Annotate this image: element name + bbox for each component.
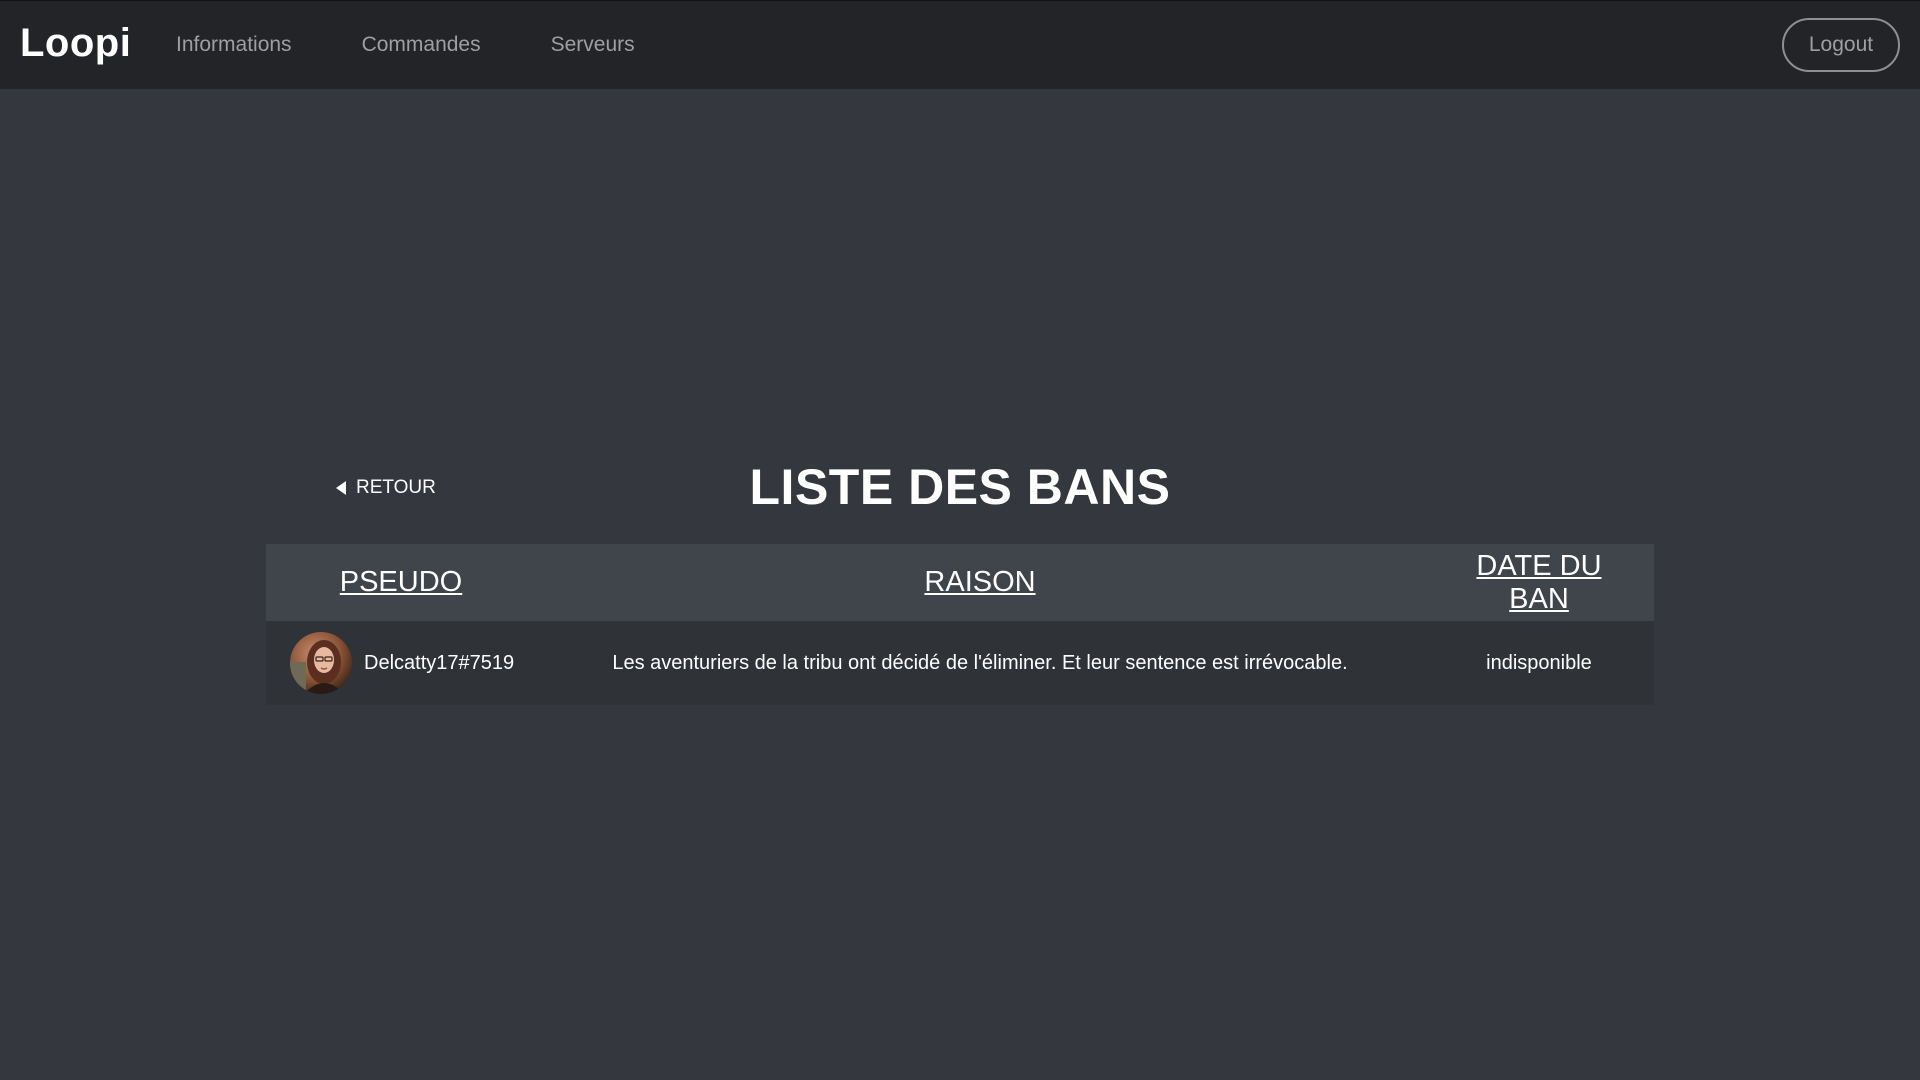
table-header-row: PSEUDO RAISON DATE DU BAN (266, 544, 1654, 621)
page-title: LISTE DES BANS (749, 459, 1171, 515)
brand-logo[interactable]: Loopi (20, 21, 131, 66)
cell-date: indisponible (1486, 651, 1592, 674)
avatar (290, 632, 352, 694)
cell-pseudo: Delcatty17#7519 (266, 621, 536, 705)
top-navbar: Loopi Informations Commandes Serveurs Lo… (0, 0, 1920, 89)
nav-link-commandes[interactable]: Commandes (362, 33, 481, 57)
user-cell: Delcatty17#7519 (276, 632, 526, 694)
column-header-date[interactable]: DATE DU BAN (1424, 544, 1654, 621)
avatar-image (290, 632, 352, 694)
bans-table: PSEUDO RAISON DATE DU BAN Delcatty17#751… (266, 544, 1654, 705)
nav-links: Informations Commandes Serveurs (176, 33, 705, 57)
nav-link-serveurs[interactable]: Serveurs (551, 33, 635, 57)
table-row: Delcatty17#7519 Les aventuriers de la tr… (266, 621, 1654, 705)
column-header-pseudo[interactable]: PSEUDO (266, 544, 536, 621)
logout-button[interactable]: Logout (1782, 18, 1900, 72)
cell-raison: Les aventuriers de la tribu ont décidé d… (612, 651, 1348, 674)
nav-link-informations[interactable]: Informations (176, 33, 292, 57)
column-header-raison[interactable]: RAISON (536, 544, 1424, 621)
table-header: PSEUDO RAISON DATE DU BAN (266, 544, 1654, 621)
user-pseudo: Delcatty17#7519 (364, 651, 515, 674)
table-body: Delcatty17#7519 Les aventuriers de la tr… (266, 621, 1654, 705)
